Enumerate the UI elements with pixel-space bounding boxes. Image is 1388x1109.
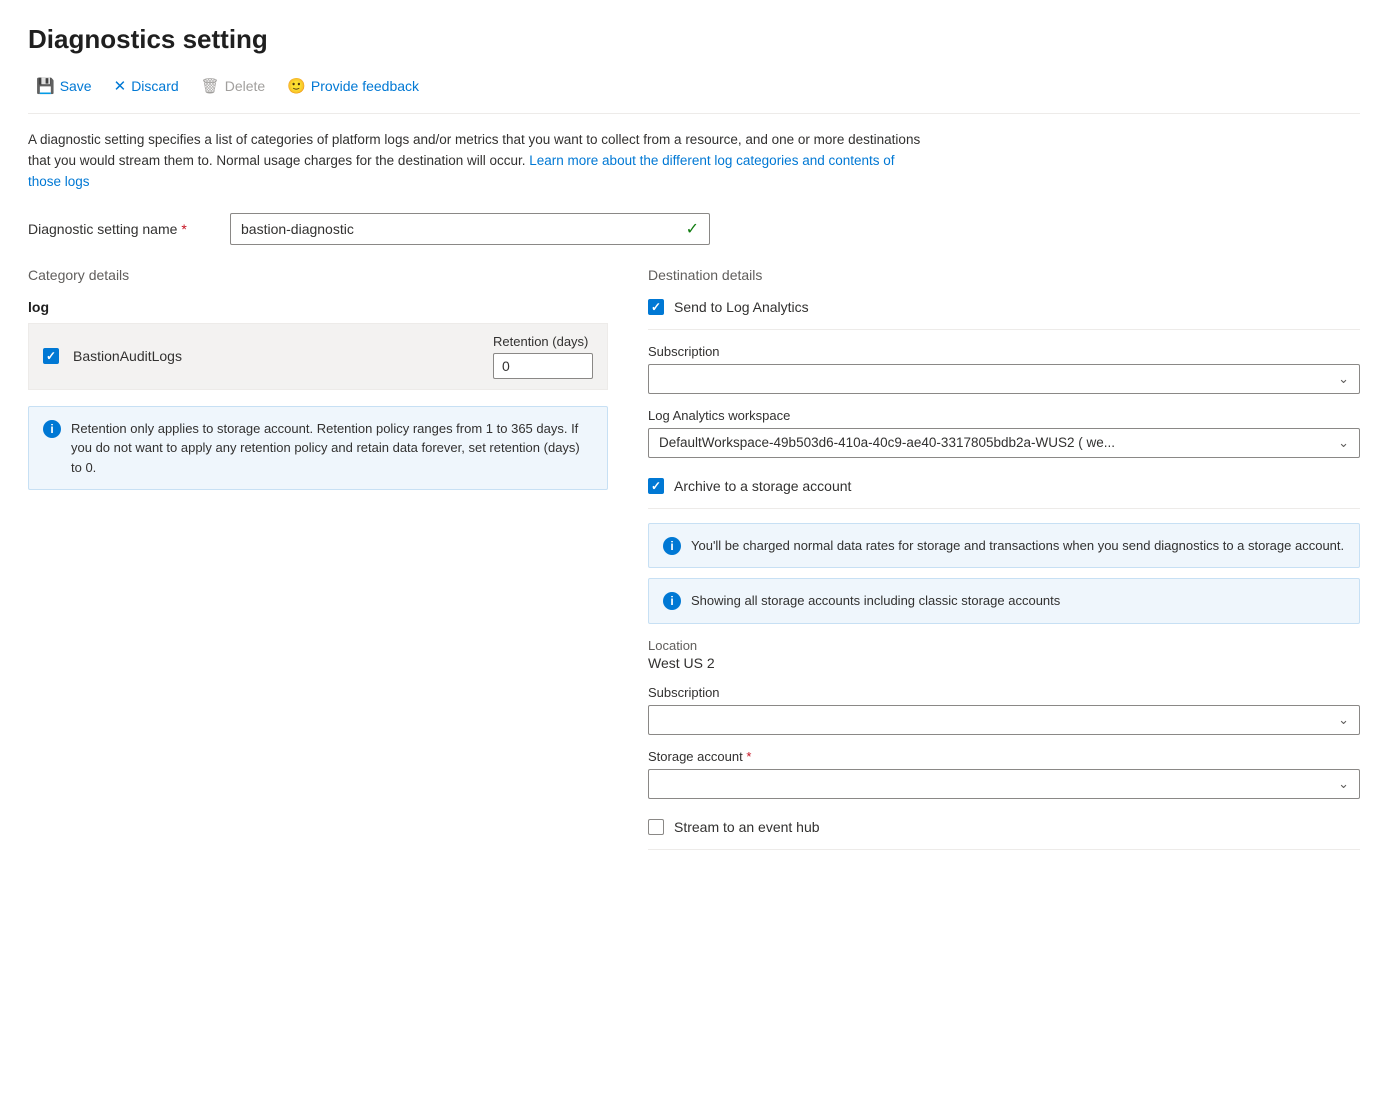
la-subscription-group: Subscription ⌄ [648,344,1360,394]
retention-info-box: i Retention only applies to storage acco… [28,406,608,491]
storage-account-section: ✓ Archive to a storage account i You'll … [648,478,1360,799]
delete-button[interactable]: 🗑 Delete [193,73,274,99]
diagnostic-name-row: Diagnostic setting name * ✓ [28,213,1360,245]
storage-info-icon2: i [663,592,681,610]
storage-charge-text: You'll be charged normal data rates for … [691,536,1344,556]
storage-account-required-star: * [746,749,751,764]
retention-label: Retention (days) [493,334,588,349]
la-workspace-label: Log Analytics workspace [648,408,1360,423]
storage-classic-text: Showing all storage accounts including c… [691,591,1060,611]
storage-subscription-group: Subscription ⌄ [648,685,1360,735]
log-analytics-checkbox-row: ✓ Send to Log Analytics [648,299,1360,315]
la-workspace-group: Log Analytics workspace DefaultWorkspace… [648,408,1360,458]
storage-account-checkbox[interactable]: ✓ [648,478,664,494]
la-subscription-arrow-icon: ⌄ [1338,371,1349,387]
la-workspace-value: DefaultWorkspace-49b503d6-410a-40c9-ae40… [659,435,1115,450]
toolbar: 💾 Save ✕ Discard 🗑 Delete 🙂 Provide feed… [28,73,1360,114]
storage-account-label: Archive to a storage account [674,478,851,494]
save-icon: 💾 [36,77,55,95]
storage-account-checkbox-row: ✓ Archive to a storage account [648,478,1360,494]
storage-charge-info-box: i You'll be charged normal data rates fo… [648,523,1360,569]
la-subscription-label: Subscription [648,344,1360,359]
event-hub-checkbox-row: Stream to an event hub [648,819,1360,835]
storage-account-field-label: Storage account * [648,749,1360,764]
storage-account-arrow-icon: ⌄ [1338,776,1349,792]
la-subscription-dropdown[interactable]: ⌄ [648,364,1360,394]
storage-account-dropdown[interactable]: ⌄ [648,769,1360,799]
diagnostic-name-label: Diagnostic setting name * [28,221,218,237]
diagnostic-name-input[interactable] [241,221,681,237]
storage-info-icon1: i [663,537,681,555]
storage-subscription-arrow-icon: ⌄ [1338,712,1349,728]
diagnostic-name-input-wrapper: ✓ [230,213,710,245]
la-workspace-arrow-icon: ⌄ [1338,435,1349,451]
log-analytics-checkbox[interactable]: ✓ [648,299,664,315]
bastion-audit-logs-checkbox[interactable]: ✓ [43,348,59,364]
required-star: * [181,221,186,237]
event-hub-checkbox[interactable] [648,819,664,835]
retention-info-text: Retention only applies to storage accoun… [71,419,593,478]
delete-icon: 🗑 [201,77,220,95]
bastion-audit-logs-label: BastionAuditLogs [73,348,182,364]
event-hub-label: Stream to an event hub [674,819,820,835]
log-row: ✓ BastionAuditLogs Retention (days) [28,323,608,390]
storage-subscription-label: Subscription [648,685,1360,700]
log-label: log [28,299,608,315]
storage-location-label: Location [648,638,1360,653]
log-analytics-label: Send to Log Analytics [674,299,809,315]
discard-button[interactable]: ✕ Discard [106,73,187,99]
save-button[interactable]: 💾 Save [28,73,100,99]
two-col-layout: Category details log ✓ BastionAuditLogs … [28,267,1360,870]
discard-icon: ✕ [114,77,127,95]
description-text: A diagnostic setting specifies a list of… [28,130,928,193]
valid-check-icon: ✓ [686,219,699,239]
storage-subscription-dropdown[interactable]: ⌄ [648,705,1360,735]
destination-details-title: Destination details [648,267,1360,283]
storage-account-divider [648,508,1360,509]
log-analytics-section: ✓ Send to Log Analytics Subscription ⌄ L… [648,299,1360,458]
info-icon: i [43,420,61,438]
event-hub-divider [648,849,1360,850]
log-analytics-divider [648,329,1360,330]
retention-input[interactable] [493,353,593,379]
storage-location-value: West US 2 [648,655,1360,671]
feedback-button[interactable]: 🙂 Provide feedback [279,73,427,99]
destination-details-section: Destination details ✓ Send to Log Analyt… [648,267,1360,870]
page-title: Diagnostics setting [28,24,1360,55]
log-section: log ✓ BastionAuditLogs Retention (days) [28,299,608,390]
category-details-section: Category details log ✓ BastionAuditLogs … [28,267,608,491]
la-workspace-dropdown[interactable]: DefaultWorkspace-49b503d6-410a-40c9-ae40… [648,428,1360,458]
category-details-title: Category details [28,267,608,283]
storage-account-field-group: Storage account * ⌄ [648,749,1360,799]
storage-classic-info-box: i Showing all storage accounts including… [648,578,1360,624]
event-hub-section: Stream to an event hub [648,819,1360,850]
feedback-icon: 🙂 [287,77,306,95]
